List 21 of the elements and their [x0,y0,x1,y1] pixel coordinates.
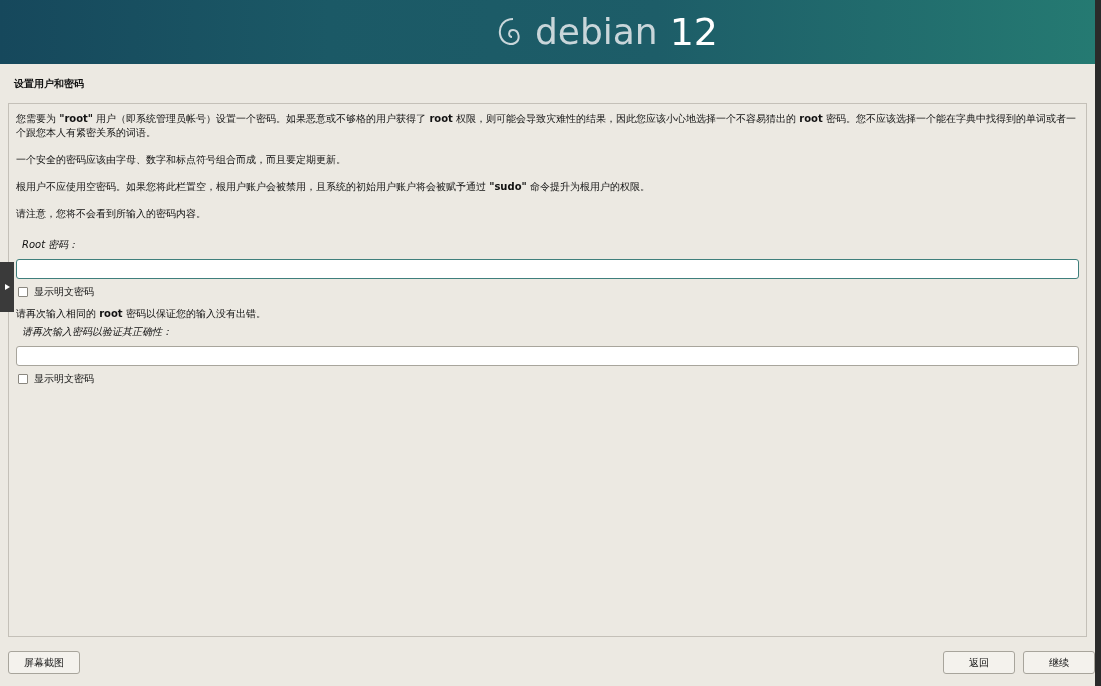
checkbox[interactable] [18,373,28,384]
checkbox-label: 显示明文密码 [34,372,94,386]
version-text: 12 [669,13,719,51]
field-label: 请再次输入密码以验证其正确性： [22,325,173,339]
field-label: Root 密码： [22,238,80,252]
back-button[interactable]: 返回 [943,651,1015,674]
paragraph: 请注意，您将不会看到所输入的密码内容。 [16,207,207,221]
page-title: 设置用户和密码 [14,77,85,91]
triangle-icon [4,284,10,290]
side-panel-handle[interactable] [0,262,14,312]
instruction-text: 请再次输入相同的 root 密码以保证您的输入没有出错。 [16,307,267,321]
password-field[interactable] [16,346,1079,366]
paragraph: 您需要为 "root" 用户（即系统管理员帐号）设置一个密码。如果恶意或不够格的用户获得了 root 权限，则可能会导致灾难性的结果，因此您应该小心地选择一个不容易猜出的 root 密码。您不应该选择一个能在字典中找得到的单词或者一个跟您本人有紧密关系的词语。 [16,112,1077,140]
continue-button[interactable]: 继续 [1023,651,1095,674]
paragraph: 根用户不应使用空密码。如果您将此栏置空，根用户账户会被禁用，且系统的初始用户账户将会被赋予通过 "sudo" 命令提升为根用户的权限。 [16,180,651,194]
screenshot-button[interactable]: 屏幕截图 [8,651,80,674]
password-field[interactable] [16,259,1079,279]
checkbox-label: 显示明文密码 [34,285,94,299]
logo-text: debian [534,14,658,50]
checkbox[interactable] [18,286,28,297]
paragraph: 一个安全的密码应该由字母、数字和标点符号组合而成，而且要定期更新。 [16,153,347,167]
